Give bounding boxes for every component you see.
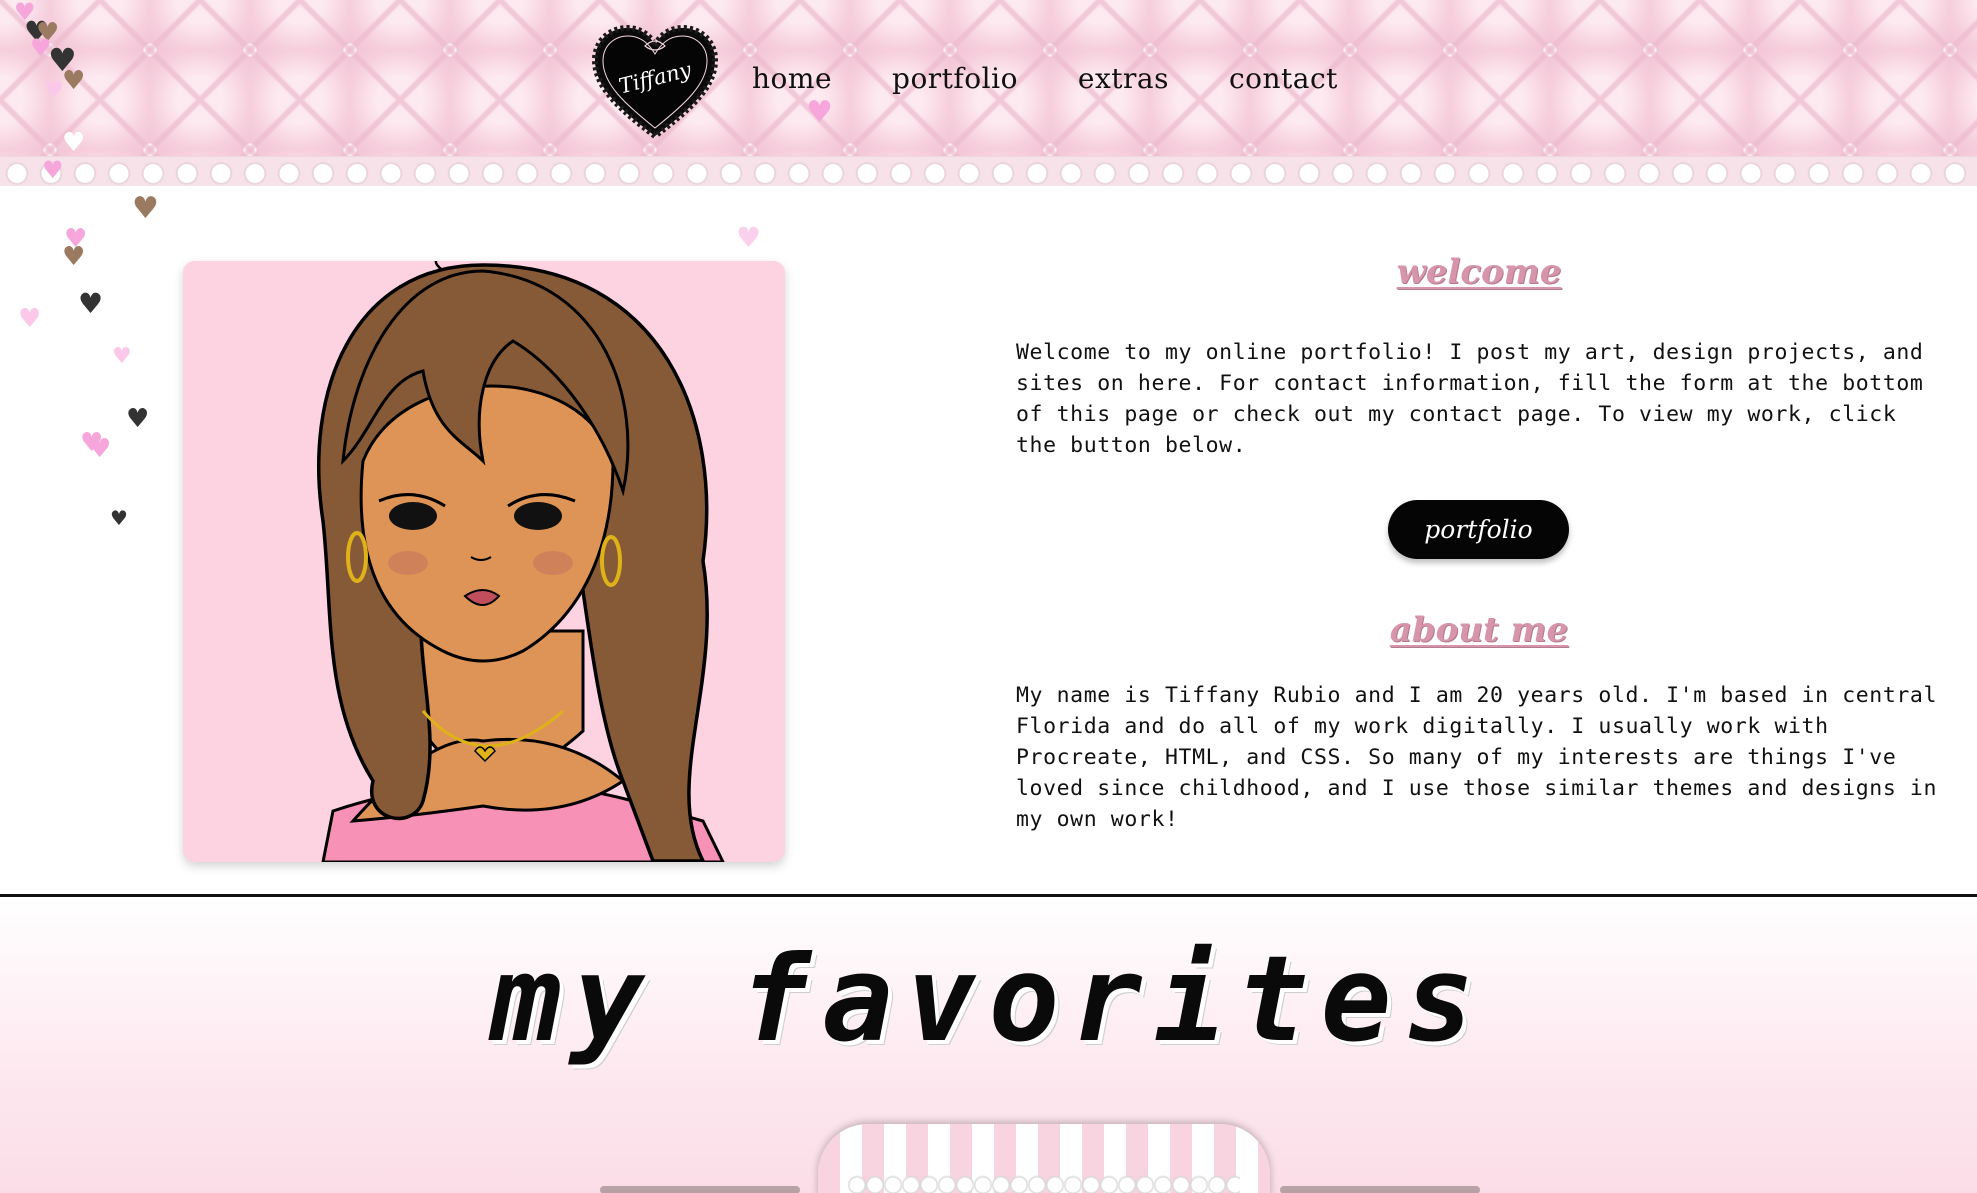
welcome-text: Welcome to my online portfolio! I post m… xyxy=(1016,340,1924,458)
heart-icon: ♥ xyxy=(78,287,104,320)
heart-icon: ♥ xyxy=(18,304,42,334)
heart-icon: ♥ xyxy=(80,428,104,458)
portfolio-button[interactable]: portfolio xyxy=(1388,500,1569,559)
lace-trim xyxy=(848,1174,1240,1193)
heart-logo-icon[interactable]: Tiffany xyxy=(591,24,719,142)
favorites-side-bar xyxy=(1280,1186,1480,1193)
site-header: Tiffany home portfolio extras contact xyxy=(0,0,1977,186)
heart-icon: ♥ xyxy=(62,242,86,272)
heart-icon: ♥ xyxy=(64,224,88,254)
favorites-tab[interactable] xyxy=(818,1124,1270,1193)
main-nav: home portfolio extras contact xyxy=(752,62,1398,95)
portrait-illustration xyxy=(183,261,785,862)
lace-trim xyxy=(0,156,1977,186)
nav-home[interactable]: home xyxy=(752,62,832,95)
favorites-side-bar xyxy=(600,1186,800,1193)
heart-icon: ♥ xyxy=(132,191,159,226)
favorites-heading: my favorites xyxy=(490,930,1487,1068)
nav-extras[interactable]: extras xyxy=(1078,62,1169,95)
about-text: My name is Tiffany Rubio and I am 20 yea… xyxy=(1016,683,1937,832)
about-heading: about me xyxy=(1389,610,1569,650)
welcome-heading: welcome xyxy=(1396,252,1562,292)
heart-icon: ♥ xyxy=(112,344,132,369)
heart-icon: ♥ xyxy=(126,404,150,434)
heart-icon: ♥ xyxy=(88,434,112,464)
nav-portfolio[interactable]: portfolio xyxy=(892,62,1018,95)
heart-icon: ♥ xyxy=(110,506,128,530)
nav-contact[interactable]: contact xyxy=(1229,62,1338,95)
heart-icon: ♥ xyxy=(736,221,762,254)
